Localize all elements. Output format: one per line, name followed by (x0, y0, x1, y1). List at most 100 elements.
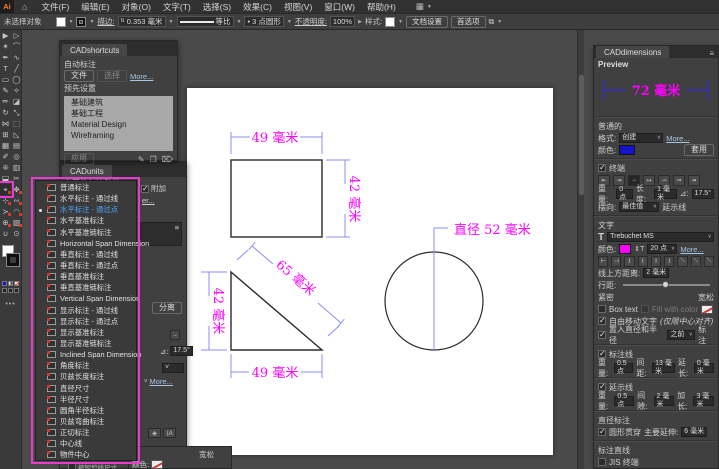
menu-item-horizontal-by-line[interactable]: 水平标注 - 通过线 (36, 193, 136, 204)
cad-dimension-tool[interactable]: ⌖ (0, 184, 11, 195)
terminator-style-button[interactable]: ⇒ (673, 175, 685, 186)
delete-icon[interactable]: ⌦ (162, 155, 173, 164)
menu-item-angle-dimension[interactable]: 角度标注 (36, 360, 136, 371)
align-icon-button[interactable]: ⟨A (163, 428, 176, 438)
terminator-style-button[interactable]: ⇀ (658, 175, 670, 186)
stroke-color-swatch[interactable] (76, 17, 86, 27)
fill-color-swatch[interactable] (56, 17, 66, 27)
dimension-color-swatch[interactable] (619, 145, 635, 155)
shaper-tool[interactable]: ✧ (11, 85, 22, 96)
new-preset-icon[interactable]: ❐ (150, 155, 157, 164)
curvature-tool[interactable]: ∿ (11, 52, 22, 63)
rectangle-tool[interactable]: ▭ (0, 74, 11, 85)
workspace-switcher[interactable]: ▦ ▼ (416, 1, 432, 12)
menu-item-normal-dimension[interactable]: 普通标注 (36, 182, 136, 193)
brush-select[interactable]: •3 点圆形 (244, 16, 283, 27)
select-button[interactable]: 选择 (97, 70, 127, 82)
chevron-down-icon[interactable]: ▼ (237, 19, 242, 25)
panel-menu-icon[interactable]: ≡ (709, 49, 714, 58)
opacity-field[interactable]: 100% (330, 16, 355, 27)
witness-line-checkbox[interactable] (598, 383, 606, 391)
menu-item-horizontal-by-point[interactable]: 水平标注 - 通过点 (36, 204, 136, 215)
hand-tool[interactable]: ∪ (0, 228, 11, 239)
menu-item[interactable]: 选择(S) (197, 1, 237, 13)
run-through-checkbox[interactable] (598, 428, 606, 436)
witness-weight-field[interactable]: 0.5 点 (614, 396, 634, 406)
line-segment-tool[interactable]: ╱ (11, 63, 22, 74)
symbol-sprayer-tool[interactable]: ❊ (0, 162, 11, 173)
mesh-tool[interactable]: ▦ (0, 140, 11, 151)
main-ext-field[interactable]: 6 毫米 (681, 427, 707, 437)
perspective-grid-tool[interactable]: ◺ (11, 129, 22, 140)
chevron-right-icon[interactable]: ▶ (358, 19, 362, 25)
menu-item-object-center[interactable]: 物件中心 (36, 449, 136, 460)
free-transform-tool[interactable]: ⬚ (11, 118, 22, 129)
eyedropper-tool[interactable]: ✐ (0, 151, 11, 162)
preset-item[interactable]: 基础建筑 (71, 97, 171, 108)
separate-button[interactable]: 分离 (152, 302, 182, 314)
draw-inside-button[interactable] (14, 288, 19, 293)
stroke-profile-select[interactable]: 等比 (177, 16, 234, 27)
file-button[interactable]: 文件 (64, 70, 94, 82)
menu-item[interactable]: 文字(T) (157, 1, 197, 13)
cad-fillet-tool[interactable]: ◠ (11, 206, 22, 217)
menu-item[interactable]: 文件(F) (35, 1, 75, 13)
triangle-hypotenuse-dimension[interactable] (237, 242, 344, 336)
document-setup-button[interactable]: 文档设置 (406, 16, 448, 28)
menu-item-oblique-by-line[interactable]: 显示标注 - 通过线 (36, 305, 136, 316)
style-swatch[interactable] (385, 17, 395, 27)
opacity-label[interactable]: 不透明度: (295, 16, 327, 27)
menu-item-vertical-datum-chain[interactable]: 垂直基准链标注 (36, 282, 136, 293)
terminator-length-field[interactable]: 1 毫米 (654, 189, 677, 199)
box-text-checkbox[interactable] (598, 305, 606, 313)
app-logo-icon[interactable]: Ai (0, 0, 14, 13)
terminator-angle-field[interactable]: 17.5° (692, 189, 714, 199)
menu-item[interactable]: 编辑(E) (75, 1, 115, 13)
menu-item-horizontal-datum-chain[interactable]: 水平基准链标注 (36, 227, 136, 238)
scrollbar-thumb[interactable] (579, 75, 584, 195)
arrow-button[interactable]: → (170, 330, 180, 340)
menu-item-vertical-by-line[interactable]: 垂直标注 - 通过线 (36, 249, 136, 260)
gradient-tool[interactable]: ▤ (11, 140, 22, 151)
text-position-button[interactable]: ⟍ (704, 256, 714, 267)
stroke-swatch[interactable] (7, 254, 19, 266)
cadunits-tab[interactable]: CADunits (62, 165, 112, 177)
font-select[interactable]: Trebuchet MS˅ (607, 232, 714, 242)
cad-trim-tool[interactable]: ≻ (0, 206, 11, 217)
edit-icon[interactable]: ✎ (138, 155, 145, 164)
terminator-style-button[interactable]: ↠ (688, 175, 700, 186)
witness-gap-field[interactable]: 2 毫米 (654, 396, 675, 406)
vertical-scrollbar[interactable] (577, 30, 584, 469)
diamond-icon-button[interactable]: ◈ (148, 428, 161, 438)
eraser-tool[interactable]: ◪ (11, 96, 22, 107)
font-size-select[interactable]: 20 点˅ (647, 244, 677, 254)
menu-item-centerline[interactable]: 中心线 (36, 438, 136, 449)
menu-item-tangent-dimension[interactable]: 正切标注 (36, 427, 136, 438)
menu-item-oblique-datum[interactable]: 显示基准标注 (36, 327, 136, 338)
menu-item-vertical-by-point[interactable]: 垂直标注 - 通过点 (36, 260, 136, 271)
edit-toolbar-dots[interactable]: ••• (0, 301, 21, 308)
leading-slider[interactable] (623, 284, 710, 286)
preset-item[interactable]: Material Design (71, 119, 171, 130)
chevron-down-icon[interactable]: ▼ (69, 19, 74, 25)
menu-item[interactable]: 视图(V) (278, 1, 318, 13)
text-position-button[interactable]: ⊢ (598, 256, 608, 267)
menu-item[interactable]: 窗口(W) (318, 1, 361, 13)
preferences-button[interactable]: 首选项 (451, 16, 486, 28)
text-color-swatch[interactable] (619, 244, 631, 254)
type-tool[interactable]: T (0, 63, 11, 74)
terminators-checkbox[interactable] (598, 164, 606, 172)
text-more-link[interactable]: More... (680, 245, 703, 254)
cad-offset-tool[interactable]: ∾ (11, 195, 22, 206)
artboard-tool[interactable]: ⬓ (0, 173, 11, 184)
column-graph-tool[interactable]: ▥ (11, 162, 22, 173)
chevron-down-icon[interactable]: ▼ (89, 19, 94, 25)
dimline-gap-field[interactable]: 13 毫米 (652, 363, 675, 373)
none-color-swatch[interactable] (151, 460, 163, 469)
cadshortcuts-tab[interactable]: CADshortcuts (62, 44, 127, 56)
cad-count-tool[interactable]: ⊕ (0, 217, 11, 228)
rotate-tool[interactable]: ↻ (0, 107, 11, 118)
cad-hatch-tool[interactable]: ▧ (11, 217, 22, 228)
blend-tool[interactable]: ◎ (11, 151, 22, 162)
none-mode-button[interactable] (14, 281, 19, 286)
